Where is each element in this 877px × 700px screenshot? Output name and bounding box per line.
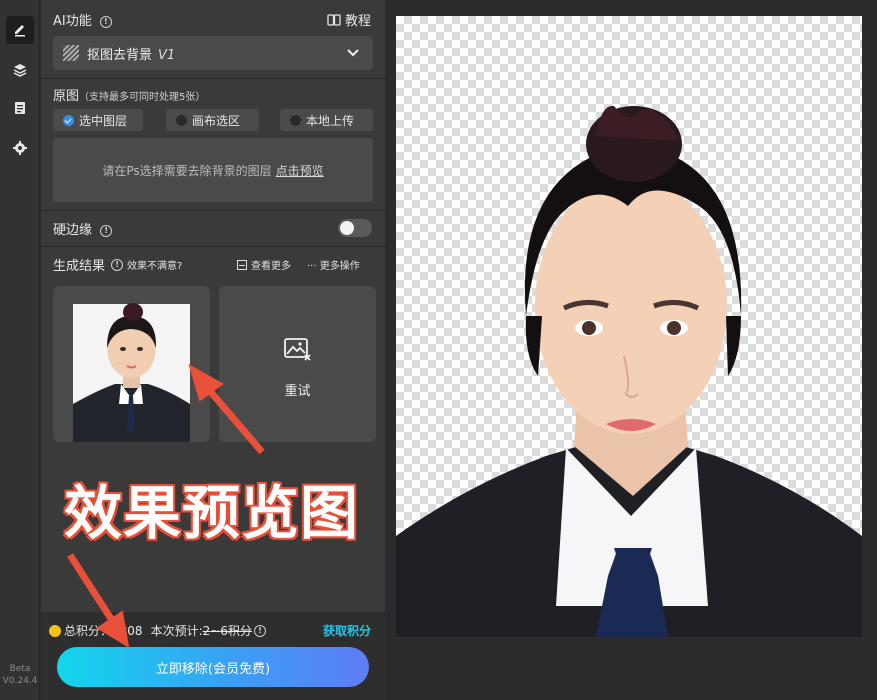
annotation-arrows [67,363,265,648]
preview-annotation-text: 效果预览图 [63,478,360,548]
app-window: Beta V0.24.4 AI功能 ! 教程 抠图去背景 V1 原图（支持最多可同… [0,0,877,700]
